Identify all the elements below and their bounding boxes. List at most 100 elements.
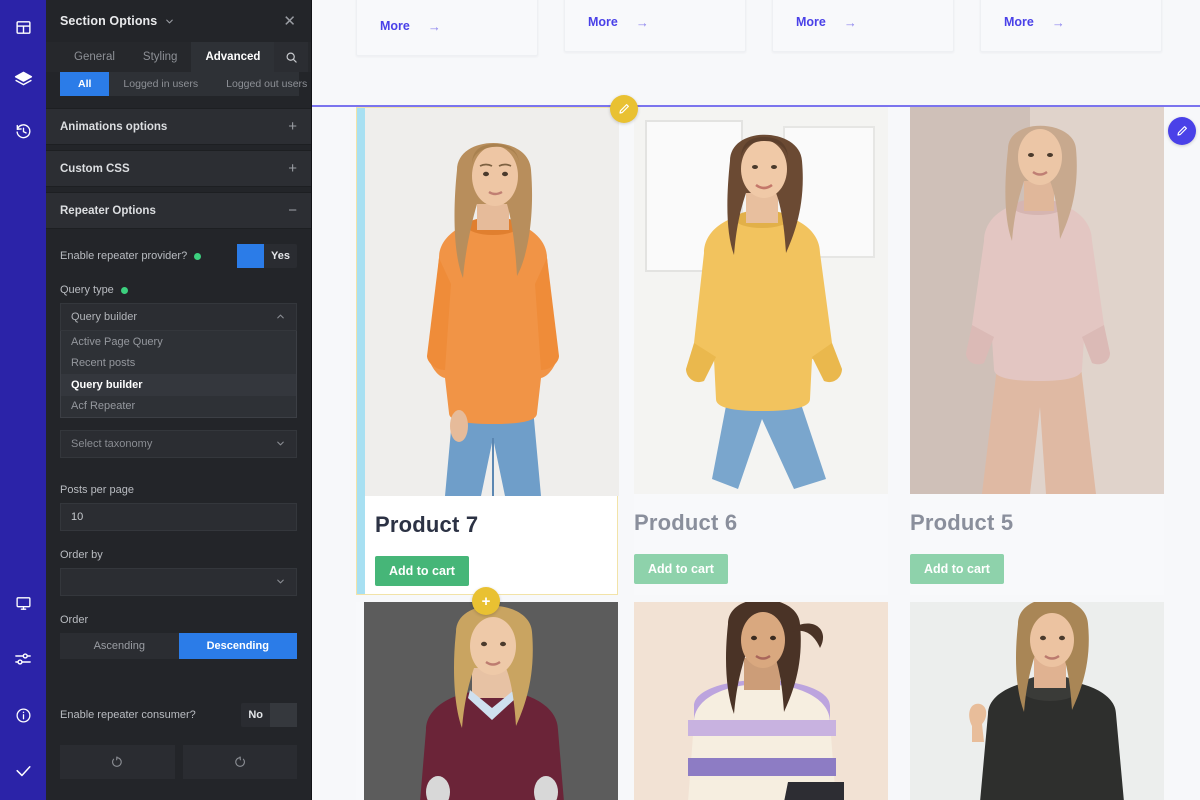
dropdown-option-active-page-query[interactable]: Active Page Query bbox=[61, 331, 296, 353]
product-card-body: Product 7 Add to cart bbox=[357, 496, 617, 586]
field-label: Query type bbox=[60, 284, 297, 296]
select-taxonomy[interactable]: Select taxonomy bbox=[60, 430, 297, 458]
panel-header: Section Options ✕ bbox=[46, 0, 311, 42]
add-to-cart-button[interactable]: Add to cart bbox=[910, 554, 1004, 584]
section-options-panel: Section Options ✕ General Styling Advanc… bbox=[46, 0, 312, 800]
accordion-custom-css[interactable]: Custom CSS + bbox=[46, 150, 311, 187]
dropdown-option-acf-repeater[interactable]: Acf Repeater bbox=[61, 396, 296, 418]
edit-element-badge[interactable] bbox=[1168, 117, 1196, 145]
product-card[interactable] bbox=[356, 602, 618, 800]
enable-repeater-provider-label: Enable repeater provider? bbox=[60, 250, 188, 262]
query-type-value: Query builder bbox=[71, 311, 138, 323]
order-option-ascending[interactable]: Ascending bbox=[60, 633, 179, 659]
query-type-label: Query type bbox=[60, 284, 114, 296]
enable-repeater-consumer-toggle[interactable]: No bbox=[241, 703, 297, 727]
pencil-icon bbox=[619, 104, 629, 114]
more-card[interactable]: More → bbox=[564, 0, 746, 52]
accordion-label: Repeater Options bbox=[60, 204, 156, 217]
status-dot-icon bbox=[194, 252, 202, 260]
enable-repeater-provider-toggle[interactable]: Yes bbox=[237, 244, 297, 268]
edit-section-badge[interactable] bbox=[610, 95, 638, 123]
redo-button[interactable] bbox=[182, 745, 297, 779]
more-link[interactable]: More → bbox=[588, 15, 649, 29]
product-grid: Product 7 Add to cart Product 6 Add to c… bbox=[312, 107, 1200, 800]
toggle-value: Yes bbox=[271, 250, 290, 262]
posts-per-page-input[interactable]: 10 bbox=[60, 503, 297, 531]
product-image bbox=[910, 602, 1164, 800]
arrow-right-icon: → bbox=[635, 14, 649, 30]
subtab-logged-out-users[interactable]: Logged out users bbox=[212, 72, 321, 96]
posts-per-page-label: Posts per page bbox=[60, 484, 134, 496]
subtab-all[interactable]: All bbox=[60, 72, 110, 96]
layout-icon[interactable] bbox=[6, 12, 40, 42]
panel-tabs: General Styling Advanced bbox=[46, 42, 311, 72]
product-image bbox=[365, 108, 619, 496]
more-link[interactable]: More → bbox=[796, 15, 857, 29]
add-element-badge[interactable]: + bbox=[472, 587, 500, 615]
chevron-up-icon bbox=[275, 311, 286, 324]
more-card[interactable]: More → bbox=[356, 0, 538, 56]
check-icon[interactable] bbox=[6, 756, 40, 786]
query-type-dropdown: Active Page Query Recent posts Query bui… bbox=[60, 331, 297, 418]
product-name: Product 7 bbox=[375, 512, 479, 537]
history-icon[interactable] bbox=[6, 116, 40, 146]
more-link[interactable]: More → bbox=[1004, 15, 1065, 29]
toggle-switch-off[interactable] bbox=[270, 703, 297, 727]
close-icon[interactable]: ✕ bbox=[280, 11, 299, 32]
arrow-right-icon: → bbox=[1051, 14, 1065, 30]
dropdown-option-query-builder[interactable]: Query builder bbox=[61, 374, 296, 396]
info-icon[interactable] bbox=[6, 700, 40, 730]
order-label: Order bbox=[60, 614, 89, 626]
minus-icon: − bbox=[288, 202, 297, 219]
add-to-cart-button[interactable]: Add to cart bbox=[634, 554, 728, 584]
arrow-right-icon: → bbox=[843, 14, 857, 30]
product-card[interactable]: Product 6 Add to cart bbox=[634, 107, 888, 595]
chevron-down-icon bbox=[275, 438, 286, 451]
tab-styling[interactable]: Styling bbox=[129, 42, 192, 72]
pencil-icon bbox=[1177, 126, 1187, 136]
product-image bbox=[910, 107, 1164, 494]
more-card[interactable]: More → bbox=[772, 0, 954, 52]
page-title: Section Options bbox=[60, 14, 158, 28]
accordion-label: Animations options bbox=[60, 120, 168, 133]
status-dot-icon bbox=[120, 286, 128, 294]
more-card[interactable]: More → bbox=[980, 0, 1162, 52]
sliders-icon[interactable] bbox=[6, 644, 40, 674]
accordion-animations-options[interactable]: Animations options + bbox=[46, 108, 311, 145]
product-card[interactable]: Product 5 Add to cart bbox=[910, 107, 1164, 595]
product-card-body: Product 6 Add to cart bbox=[634, 494, 888, 584]
undo-button[interactable] bbox=[60, 745, 175, 779]
query-type-select[interactable]: Query builder bbox=[60, 303, 297, 331]
subtab-logged-in-users[interactable]: Logged in users bbox=[109, 72, 212, 96]
selection-accent-bar bbox=[357, 108, 365, 594]
toggle-switch-on[interactable] bbox=[237, 244, 265, 268]
chevron-down-icon bbox=[275, 576, 286, 589]
dropdown-option-recent-posts[interactable]: Recent posts bbox=[61, 353, 296, 375]
layers-icon[interactable] bbox=[6, 64, 40, 94]
woman-yellow-sweater-illustration bbox=[634, 107, 888, 494]
order-by-select[interactable] bbox=[60, 568, 297, 596]
more-link[interactable]: More → bbox=[380, 19, 441, 33]
chevron-down-icon[interactable] bbox=[164, 16, 175, 27]
tab-general[interactable]: General bbox=[60, 42, 129, 72]
woman-orange-sweater-illustration bbox=[365, 108, 619, 496]
field-enable-repeater-provider: Enable repeater provider? Yes bbox=[60, 244, 297, 268]
order-option-descending[interactable]: Descending bbox=[178, 633, 297, 659]
product-card[interactable] bbox=[910, 602, 1164, 800]
accordion-repeater-options[interactable]: Repeater Options − bbox=[46, 192, 311, 229]
product-card[interactable]: Product 7 Add to cart bbox=[356, 107, 619, 595]
woman-black-collar-top-illustration bbox=[910, 602, 1164, 800]
tab-advanced[interactable]: Advanced bbox=[191, 42, 275, 72]
product-card[interactable] bbox=[634, 602, 888, 800]
panel-title-group[interactable]: Section Options bbox=[60, 14, 175, 28]
plus-icon: + bbox=[481, 592, 491, 610]
search-icon[interactable] bbox=[274, 42, 309, 72]
woman-pink-sweater-illustration bbox=[910, 107, 1164, 494]
enable-repeater-consumer-label: Enable repeater consumer? bbox=[60, 709, 196, 721]
add-to-cart-button[interactable]: Add to cart bbox=[375, 556, 469, 586]
desktop-preview-icon[interactable] bbox=[6, 588, 40, 618]
toggle-value: No bbox=[248, 709, 263, 721]
visibility-subtabs: All Logged in users Logged out users bbox=[60, 72, 307, 96]
